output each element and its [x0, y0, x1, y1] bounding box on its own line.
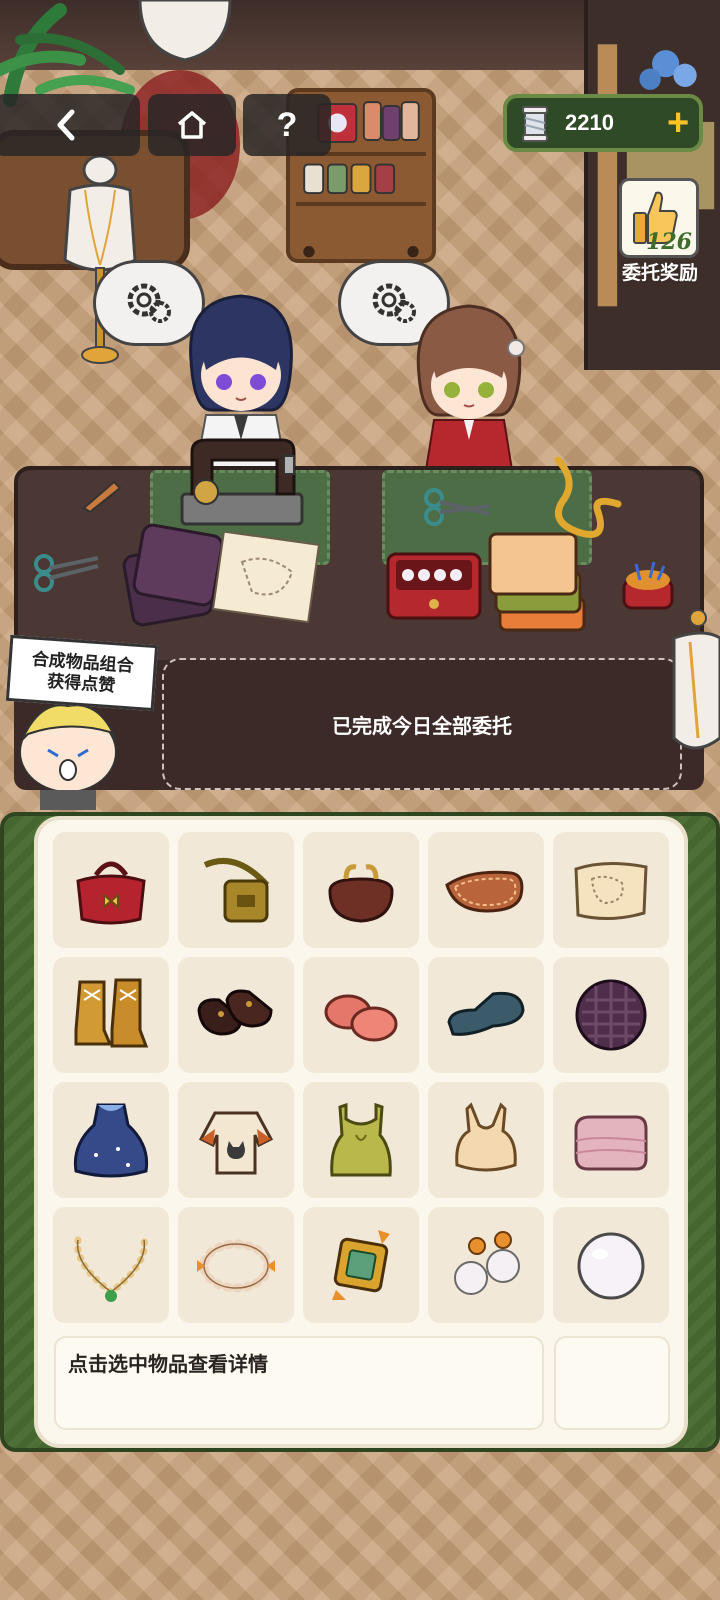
- reward-count: 126: [646, 229, 692, 255]
- commission-status: 已完成今日全部委托: [162, 658, 682, 790]
- boots-icon: [74, 978, 149, 1048]
- reward-label: 委托奖励: [621, 263, 698, 284]
- inventory-slot-13[interactable]: [303, 1082, 419, 1198]
- coin-purse-icon: [328, 864, 394, 923]
- back-button[interactable]: [0, 94, 140, 156]
- home-icon: [177, 111, 207, 139]
- leather-piece-icon: [445, 870, 524, 913]
- inventory-slot-16[interactable]: [53, 1207, 169, 1323]
- mannequin-right: [654, 608, 720, 818]
- inventory-slot-12[interactable]: [178, 1082, 294, 1198]
- pearl-icon: [577, 1232, 645, 1300]
- necklace-icon: [74, 1236, 148, 1302]
- scissors-right: [422, 486, 494, 526]
- crossbody-bag-icon: [203, 858, 270, 923]
- pattern-sheet: [211, 530, 322, 624]
- inventory-slot-14[interactable]: [428, 1082, 544, 1198]
- scissors-left: [32, 552, 102, 592]
- hint-sign-line2: 获得点赞: [46, 671, 116, 696]
- hint-sign: 合成物品组合 获得点赞: [5, 634, 159, 712]
- tank-top-icon: [330, 1102, 392, 1177]
- tailor-character-brown-hair[interactable]: [404, 300, 534, 471]
- add-currency-button[interactable]: +: [667, 104, 689, 142]
- bodice-icon: [455, 1102, 517, 1172]
- inventory-slot-8[interactable]: [303, 957, 419, 1073]
- chevron-left-icon: [57, 109, 75, 141]
- mannequin-top: [130, 0, 240, 70]
- inventory-slot-15[interactable]: [553, 1082, 669, 1198]
- brooch-icon: [332, 1230, 390, 1300]
- dress-icon: [73, 1103, 149, 1178]
- inventory-slot-3[interactable]: [303, 832, 419, 948]
- pattern-paper-icon: [574, 861, 648, 921]
- cat-sweater-icon: [198, 1111, 274, 1175]
- inventory-slot-6[interactable]: [53, 957, 169, 1073]
- inventory-slot-7[interactable]: [178, 957, 294, 1073]
- inventory-slot-9[interactable]: [428, 957, 544, 1073]
- inventory-slot-4[interactable]: [428, 832, 544, 948]
- inventory-slot-17[interactable]: [178, 1207, 294, 1323]
- measuring-tape: [548, 452, 624, 552]
- thread-spool-icon: [522, 106, 548, 142]
- inventory-slot-11[interactable]: [53, 1082, 169, 1198]
- mary-jane-shoes-icon: [197, 989, 273, 1036]
- item-detail-box: 点击选中物品查看详情: [54, 1336, 544, 1430]
- fabric-swatch-icon: [575, 979, 647, 1051]
- inventory-slot-19[interactable]: [428, 1207, 544, 1323]
- inventory-slot-20[interactable]: [553, 1207, 669, 1323]
- folded-cloth-icon: [574, 1115, 648, 1171]
- home-button[interactable]: [148, 94, 236, 156]
- item-detail-preview: [554, 1336, 670, 1430]
- gear-icon: [127, 283, 171, 323]
- inventory-slot-5[interactable]: [553, 832, 669, 948]
- bead-box: [384, 546, 484, 622]
- bracelet-icon: [197, 1239, 275, 1293]
- earrings-icon: [454, 1231, 520, 1295]
- item-detail-hint: 点击选中物品查看详情: [68, 1354, 268, 1376]
- reward-button[interactable]: 126: [619, 178, 699, 258]
- commission-status-text: 已完成今日全部委托: [332, 715, 512, 738]
- currency-display: 2210 +: [503, 94, 703, 152]
- loafer-icon: [447, 991, 525, 1036]
- sewing-machine: [172, 432, 312, 532]
- hint-sign-character: 合成物品组合 获得点赞: [0, 634, 170, 810]
- red-handbag-icon: [76, 861, 146, 925]
- help-icon: ?: [276, 105, 298, 144]
- inventory-slot-2[interactable]: [178, 832, 294, 948]
- inventory-slot-10[interactable]: [553, 957, 669, 1073]
- pincushion: [620, 560, 676, 612]
- currency-amount: 2210: [565, 110, 614, 135]
- inventory-slot-1[interactable]: [53, 832, 169, 948]
- pencil: [80, 476, 124, 514]
- help-button[interactable]: ?: [243, 94, 331, 156]
- inventory-slot-18[interactable]: [303, 1207, 419, 1323]
- slippers-icon: [324, 994, 398, 1042]
